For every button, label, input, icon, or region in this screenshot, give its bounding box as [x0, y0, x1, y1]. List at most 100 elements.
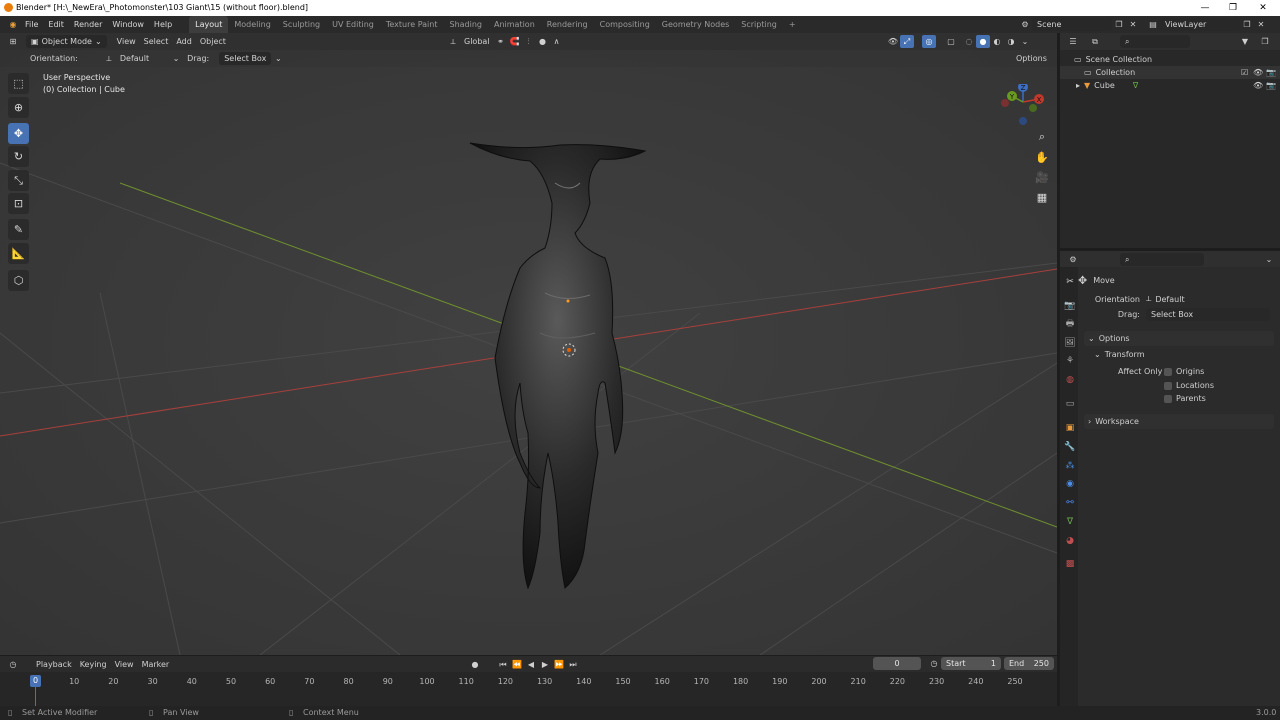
next-keyframe-icon[interactable]: ⏩ [552, 658, 566, 671]
collection-visibility-icon[interactable]: 👁 [1253, 66, 1263, 79]
rendered-shading-icon[interactable]: ◑ [1004, 35, 1018, 48]
transform-orientation-icon[interactable]: ⟂ [446, 35, 460, 48]
editor-type-icon[interactable]: ⊞ [6, 35, 20, 48]
output-tab-icon[interactable]: 🖶 [1064, 318, 1076, 330]
solid-shading-icon[interactable]: ● [976, 35, 990, 48]
minimize-button[interactable]: — [1190, 0, 1220, 16]
pan-hand-icon[interactable]: ✋ [1033, 148, 1051, 166]
tab-layout[interactable]: Layout [189, 16, 229, 33]
new-collection-icon[interactable]: ❐ [1258, 35, 1272, 48]
outliner-row-scene-collection[interactable]: ▭ Scene Collection [1060, 53, 1280, 66]
outliner-editor-icon[interactable]: ☰ [1066, 35, 1080, 48]
properties-search-input[interactable]: ⌕ [1120, 252, 1204, 266]
properties-editor-icon[interactable]: ⚙ [1066, 253, 1080, 266]
cube-render-icon[interactable]: 📷 [1266, 79, 1276, 92]
gizmo-toggle-icon[interactable]: ⤢ [900, 35, 914, 48]
view-layer-icon[interactable]: ▤ [1146, 18, 1160, 31]
timeline-track[interactable]: 0 10 20 30 40 50 60 70 80 90 100 110 120 130 140 150 160… [0, 672, 1057, 706]
outliner-row-collection[interactable]: ▭ Collection ☑ 👁 📷 [1060, 66, 1280, 79]
filter-icon[interactable]: ▼ [1238, 35, 1252, 48]
orientation-dropdown[interactable]: Default [116, 50, 153, 67]
menu-window[interactable]: Window [107, 16, 149, 33]
collection-checkbox[interactable]: ☑ [1241, 66, 1248, 79]
jump-start-icon[interactable]: ⏮ [496, 658, 510, 671]
scene-icon[interactable]: ⚙ [1018, 18, 1032, 31]
collection-render-icon[interactable]: 📷 [1266, 66, 1276, 79]
camera-icon[interactable]: 🎥 [1033, 168, 1051, 186]
constraints-tab-icon[interactable]: ⚯ [1064, 497, 1076, 509]
tab-animation[interactable]: Animation [488, 16, 541, 33]
delete-view-layer-icon[interactable]: ✕ [1254, 18, 1268, 31]
material-shading-icon[interactable]: ◐ [990, 35, 1004, 48]
affect-locations-checkbox[interactable]: Locations [1164, 381, 1214, 390]
tab-sculpting[interactable]: Sculpting [277, 16, 326, 33]
menu-keying[interactable]: Keying [76, 656, 111, 673]
shading-options-icon[interactable]: ⌄ [1018, 35, 1032, 48]
play-icon[interactable]: ▶ [538, 658, 552, 671]
object-tab-icon[interactable]: ▣ [1064, 422, 1076, 434]
tab-compositing[interactable]: Compositing [594, 16, 656, 33]
tab-rendering[interactable]: Rendering [541, 16, 594, 33]
menu-view[interactable]: View [113, 33, 140, 50]
zoom-icon[interactable]: ⌕ [1033, 128, 1051, 146]
wireframe-shading-icon[interactable]: ◌ [962, 35, 976, 48]
transform-panel-header[interactable]: ⌄ Transform [1094, 347, 1145, 361]
collection-tab-icon[interactable]: ▭ [1064, 398, 1076, 410]
tab-geometry-nodes[interactable]: Geometry Nodes [656, 16, 735, 33]
select-box-tool[interactable]: ⬚ [8, 73, 29, 94]
mode-selector[interactable]: ▣ Object Mode ⌄ [26, 35, 107, 48]
menu-playback[interactable]: Playback [32, 656, 76, 673]
chevron-down-icon[interactable]: ⌄ [1262, 253, 1276, 266]
timeline-editor-icon[interactable]: ◷ [6, 658, 20, 671]
tab-texture-paint[interactable]: Texture Paint [380, 16, 444, 33]
blender-menu-icon[interactable]: ◉ [6, 18, 20, 31]
tab-shading[interactable]: Shading [443, 16, 488, 33]
view-layer-tab-icon[interactable]: 🖼 [1064, 337, 1076, 349]
scene-selector[interactable]: Scene [1032, 18, 1112, 31]
menu-file[interactable]: File [20, 16, 43, 33]
add-workspace-button[interactable]: + [783, 16, 802, 33]
menu-add[interactable]: Add [172, 33, 196, 50]
texture-tab-icon[interactable]: ▩ [1064, 558, 1076, 570]
cursor-tool[interactable]: ⊕ [8, 97, 29, 118]
measure-tool[interactable]: 📐 [8, 243, 29, 264]
particles-tab-icon[interactable]: ⁂ [1064, 460, 1076, 472]
add-cube-tool[interactable]: ⬡ [8, 270, 29, 291]
data-tab-icon[interactable]: ∇ [1064, 516, 1076, 528]
prev-keyframe-icon[interactable]: ⏪ [510, 658, 524, 671]
start-frame-field[interactable]: Start 1 [941, 657, 1001, 670]
transform-tool[interactable]: ⊡ [8, 193, 29, 214]
expand-arrow-icon[interactable]: ▸ [1076, 79, 1080, 92]
rotate-tool[interactable]: ↻ [8, 146, 29, 167]
clock-icon[interactable]: ◷ [927, 657, 941, 670]
drag-field[interactable]: Select Box [1146, 307, 1270, 321]
world-tab-icon[interactable]: ◍ [1064, 374, 1076, 386]
physics-tab-icon[interactable]: ◉ [1064, 478, 1076, 490]
orientation-field[interactable]: ⟂ Default [1146, 294, 1266, 304]
move-tool[interactable]: ✥ [8, 123, 29, 144]
menu-object[interactable]: Object [196, 33, 230, 50]
xray-icon[interactable]: ▢ [944, 35, 958, 48]
display-mode-icon[interactable]: ⧉ [1088, 35, 1102, 48]
perspective-grid-icon[interactable]: ▦ [1033, 188, 1051, 206]
menu-marker[interactable]: Marker [138, 656, 174, 673]
3d-viewport[interactable] [0, 33, 1057, 655]
menu-timeline-view[interactable]: View [111, 656, 138, 673]
proportional-edit-icon[interactable]: ● [536, 35, 550, 48]
view-layer-selector[interactable]: ViewLayer [1160, 18, 1240, 31]
snap-icon[interactable]: 🧲 [508, 35, 522, 48]
current-frame-field[interactable]: 0 [873, 657, 921, 670]
playhead-frame[interactable]: 0 [30, 675, 41, 687]
tool-tab-icon[interactable]: ✂ [1064, 276, 1076, 288]
delete-scene-icon[interactable]: ✕ [1126, 18, 1140, 31]
gizmo-neg-y-icon[interactable] [1029, 104, 1037, 112]
menu-render[interactable]: Render [69, 16, 107, 33]
gizmo-neg-x-icon[interactable] [1001, 99, 1009, 107]
tab-uv-editing[interactable]: UV Editing [326, 16, 380, 33]
play-reverse-icon[interactable]: ◀ [524, 658, 538, 671]
overlay-toggle-icon[interactable]: ◎ [922, 35, 936, 48]
end-frame-field[interactable]: End 250 [1004, 657, 1054, 670]
navigation-gizmo[interactable]: X Z Y [998, 84, 1048, 130]
maximize-button[interactable]: ❐ [1218, 0, 1248, 16]
affect-origins-checkbox[interactable]: Origins [1164, 367, 1204, 376]
